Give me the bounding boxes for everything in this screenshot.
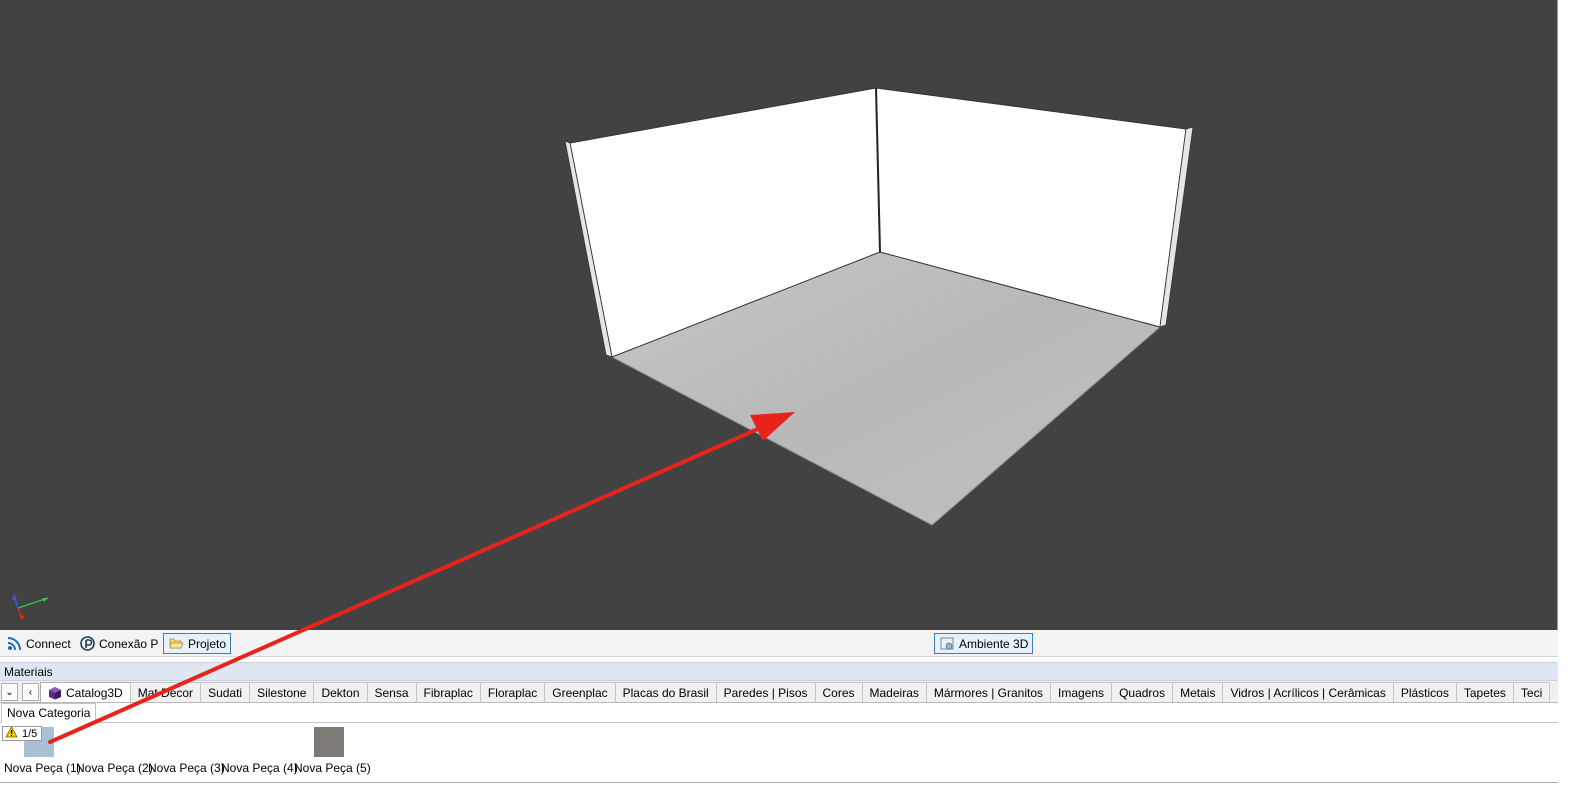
category-row: Nova Categoria — [0, 703, 1558, 723]
tab-metais[interactable]: Metais — [1172, 682, 1224, 702]
tab-label: Sudati — [208, 686, 243, 700]
tab-label: Madeiras — [869, 686, 919, 700]
tab-cores[interactable]: Cores — [814, 682, 863, 702]
conexao-button[interactable]: Conexão P — [75, 633, 162, 654]
material-item-label[interactable]: Nova Peça (3) — [148, 761, 225, 775]
tab-label: Tapetes — [1463, 686, 1506, 700]
tab-label: Teci — [1520, 686, 1543, 700]
tab-fibraplac[interactable]: Fibraplac — [415, 682, 481, 702]
tab-label: Greenplac — [552, 686, 608, 700]
axis-gizmo-icon — [12, 594, 49, 620]
tab-label: Paredes | Pisos — [723, 686, 808, 700]
tab-label: Imagens — [1058, 686, 1105, 700]
tab-nova-categoria[interactable]: Nova Categoria — [1, 703, 97, 723]
tab-label: Plásticos — [1400, 686, 1449, 700]
connect-button[interactable]: Connect — [2, 633, 75, 654]
chevron-down-icon: ⌄ — [5, 686, 14, 698]
materials-items-area: Nova Peça (1) Nova Peça (2) Nova Peça (3) N… — [0, 723, 1558, 783]
tab-teci[interactable]: Teci — [1512, 682, 1551, 702]
tab-mat-decor[interactable]: Mat Decor — [129, 682, 202, 702]
tab-greenplac[interactable]: Greenplac — [544, 682, 616, 702]
tab-quadros[interactable]: Quadros — [1111, 682, 1174, 702]
material-item-label[interactable]: Nova Peça (4) — [221, 761, 298, 775]
projeto-label: Projeto — [188, 636, 227, 651]
tab-m-rmores-granitos[interactable]: Mármores | Granitos — [925, 682, 1052, 702]
tab-imagens[interactable]: Imagens — [1050, 682, 1113, 702]
tab-label: Cores — [822, 686, 855, 700]
warning-icon — [5, 726, 18, 741]
tab-label: Mat Decor — [137, 686, 194, 700]
tab-label: Catalog3D — [66, 686, 123, 700]
tab-catalog3d[interactable]: Catalog3D — [40, 682, 131, 702]
conexao-label: Conexão P — [99, 636, 159, 651]
category-label: Nova Categoria — [7, 706, 91, 720]
material-item-label[interactable]: Nova Peça (5) — [294, 761, 371, 775]
room-scene[interactable] — [0, 0, 1558, 630]
tab-label: Dekton — [321, 686, 360, 700]
ambiente-3d-button[interactable]: Ambiente 3D — [934, 633, 1034, 654]
chevron-left-icon: ‹ — [28, 686, 33, 698]
tab-label: Vidros | Acrílicos | Cerâmicas — [1230, 686, 1386, 700]
folder-open-icon — [168, 636, 184, 652]
tab-label: Quadros — [1119, 686, 1166, 700]
materials-panel-header: Materiais — [0, 662, 1558, 681]
materials-tabstrip: ⌄ ‹ Catalog3D Mat Decor Sudati Silestone Dek… — [0, 681, 1558, 703]
viewport-3d[interactable] — [0, 0, 1558, 630]
warning-count: 1/5 — [22, 727, 38, 740]
rss-feed-icon — [6, 636, 22, 652]
tab-madeiras[interactable]: Madeiras — [861, 682, 927, 702]
conexao-logo-icon — [79, 636, 95, 652]
tab-label: Sensa — [374, 686, 409, 700]
material-thumbnail[interactable] — [314, 727, 344, 757]
material-item-label[interactable]: Nova Peça (1) — [4, 761, 81, 775]
tabs-scroll-left-button[interactable]: ‹ — [22, 683, 39, 701]
tab-label: Silestone — [257, 686, 307, 700]
tab-silestone[interactable]: Silestone — [249, 682, 315, 702]
tab-placas-do-brasil[interactable]: Placas do Brasil — [614, 682, 717, 702]
ambiente-3d-icon — [939, 636, 955, 652]
tab-vidros-acr-licos-cer-micas[interactable]: Vidros | Acrílicos | Cerâmicas — [1222, 682, 1394, 702]
tab-tapetes[interactable]: Tapetes — [1455, 682, 1514, 702]
tab-sensa[interactable]: Sensa — [366, 682, 417, 702]
ambiente-3d-label: Ambiente 3D — [959, 636, 1029, 651]
tab-label: Placas do Brasil — [622, 686, 709, 700]
tab-sudati[interactable]: Sudati — [200, 682, 251, 702]
tab-paredes-pisos[interactable]: Paredes | Pisos — [715, 682, 816, 702]
materials-title: Materiais — [4, 665, 53, 679]
tab-label: Floraplac — [487, 686, 538, 700]
tab-dekton[interactable]: Dekton — [313, 682, 368, 702]
material-item-label[interactable]: Nova Peça (2) — [76, 761, 153, 775]
tab-label: Fibraplac — [423, 686, 473, 700]
warning-badge[interactable]: 1/5 — [2, 726, 43, 741]
connect-label: Connect — [26, 636, 71, 651]
tab-floraplac[interactable]: Floraplac — [479, 682, 546, 702]
tab-label: Mármores | Granitos — [933, 686, 1044, 700]
tabs-dropdown-button[interactable]: ⌄ — [1, 683, 18, 701]
tab-pl-sticos[interactable]: Plásticos — [1392, 682, 1457, 702]
tab-label: Metais — [1180, 686, 1216, 700]
bottom-toolbar: Connect Conexão P Projeto Ambiente 3D — [0, 630, 1558, 657]
catalog-cube-icon — [48, 686, 62, 700]
materials-tab-list: Catalog3D Mat Decor Sudati Silestone Dekton S… — [40, 682, 1551, 702]
projeto-button[interactable]: Projeto — [163, 633, 232, 654]
